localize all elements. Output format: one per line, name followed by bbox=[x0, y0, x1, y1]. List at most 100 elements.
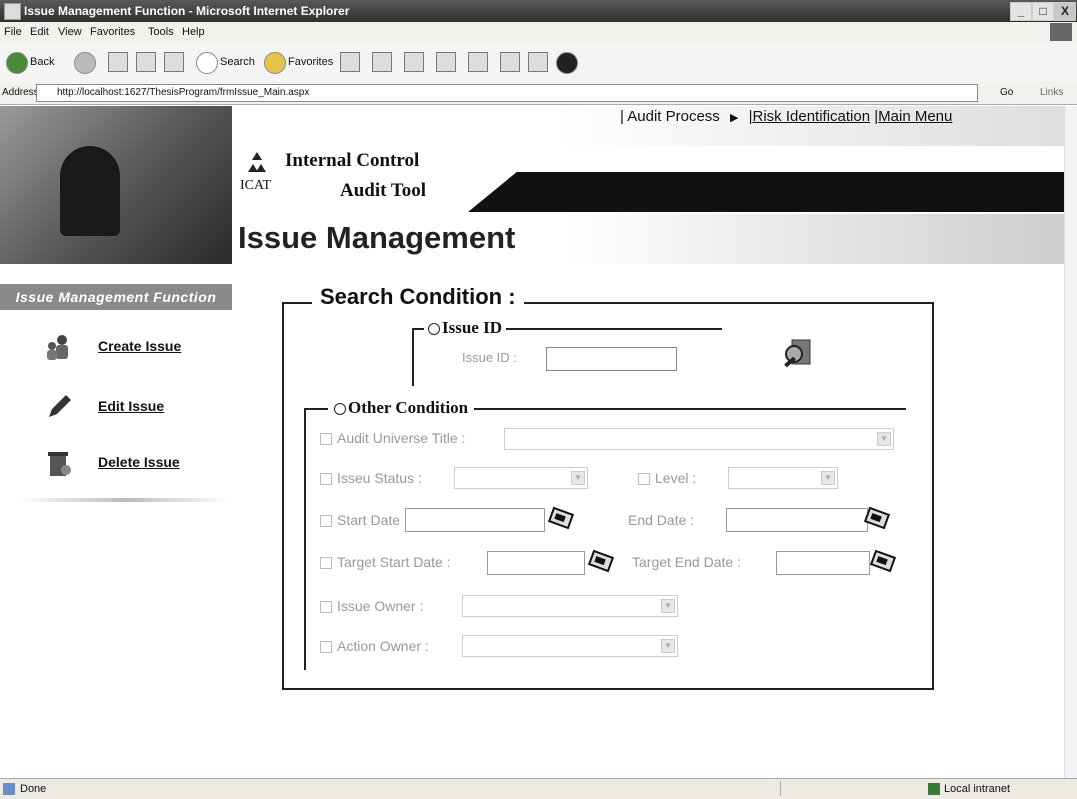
favorites-button[interactable]: Favorites bbox=[288, 56, 333, 68]
menu-edit[interactable]: Edit bbox=[30, 26, 49, 38]
app-title-line1: Internal Control bbox=[285, 150, 420, 171]
app-title-line2: Audit Tool bbox=[340, 180, 427, 201]
other-condition-legend-text: Other Condition bbox=[348, 398, 469, 417]
person-silhouette bbox=[60, 146, 120, 236]
search-button[interactable] bbox=[782, 336, 816, 370]
other-condition-radio[interactable] bbox=[334, 403, 346, 416]
target-end-label: Target End Date : bbox=[632, 554, 741, 570]
favorites-icon[interactable] bbox=[264, 52, 286, 74]
forward-icon[interactable] bbox=[74, 52, 96, 74]
issue-id-legend: Issue ID bbox=[424, 318, 506, 338]
search-button[interactable]: Search bbox=[220, 56, 255, 68]
calendar-icon[interactable] bbox=[548, 505, 576, 531]
target-start-input[interactable] bbox=[487, 551, 585, 575]
start-date-checkbox[interactable] bbox=[320, 515, 332, 528]
start-date-row: Start Date : bbox=[320, 512, 408, 528]
menu-help[interactable]: Help bbox=[182, 26, 205, 38]
chevron-down-icon: ▼ bbox=[661, 639, 675, 653]
home-icon[interactable] bbox=[164, 52, 184, 72]
sidebar-item-label[interactable]: Edit Issue bbox=[98, 398, 164, 414]
start-date-input[interactable] bbox=[405, 508, 545, 532]
go-button[interactable]: Go bbox=[1000, 87, 1013, 98]
issue-id-radio[interactable] bbox=[428, 323, 440, 336]
maximize-button[interactable]: □ bbox=[1032, 2, 1054, 21]
calendar-icon[interactable] bbox=[870, 548, 898, 574]
audit-universe-label: Audit Universe Title : bbox=[337, 430, 466, 446]
edit-icon[interactable] bbox=[436, 52, 456, 72]
issue-status-checkbox[interactable] bbox=[320, 473, 332, 486]
action-owner-select[interactable]: ▼ bbox=[462, 635, 678, 657]
end-date-input[interactable] bbox=[726, 508, 868, 532]
sidebar-item-create-issue[interactable]: Create Issue bbox=[44, 330, 224, 364]
print-icon[interactable] bbox=[404, 52, 424, 72]
end-date-label: End Date : bbox=[628, 512, 695, 528]
page-title: Issue Management bbox=[238, 220, 516, 255]
refresh-icon[interactable] bbox=[136, 52, 156, 72]
window-title: Issue Management Function - Microsoft In… bbox=[24, 4, 350, 18]
links-button[interactable]: Links bbox=[1040, 87, 1063, 98]
issue-id-input[interactable] bbox=[546, 347, 677, 371]
nav-arrow-icon: ▶ bbox=[729, 112, 739, 124]
issue-owner-label: Issue Owner : bbox=[337, 598, 424, 614]
windows-logo-icon bbox=[1050, 23, 1072, 41]
issue-owner-select[interactable]: ▼ bbox=[462, 595, 678, 617]
zone-text: Local intranet bbox=[944, 783, 1011, 795]
audit-universe-row: Audit Universe Title : bbox=[320, 430, 465, 446]
nav-risk-identification[interactable]: Risk Identification bbox=[753, 108, 871, 125]
audit-universe-checkbox[interactable] bbox=[320, 433, 332, 446]
level-select[interactable]: ▼ bbox=[728, 467, 838, 489]
top-nav: | Audit Process ▶ |Risk Identification |… bbox=[620, 108, 953, 125]
sidebar-item-label[interactable]: Create Issue bbox=[98, 338, 181, 354]
sidebar-item-edit-issue[interactable]: Edit Issue bbox=[44, 390, 224, 424]
level-row: Level : bbox=[638, 470, 696, 486]
nav-main-menu[interactable]: Main Menu bbox=[878, 108, 952, 125]
logo-text: ICAT bbox=[240, 178, 272, 193]
target-start-row: Target Start Date : bbox=[320, 554, 451, 570]
target-end-input[interactable] bbox=[776, 551, 870, 575]
calendar-icon[interactable] bbox=[588, 548, 616, 574]
vertical-scrollbar[interactable] bbox=[1064, 106, 1077, 778]
bluetooth-icon[interactable] bbox=[556, 52, 578, 74]
menu-view[interactable]: View bbox=[58, 26, 82, 38]
audit-universe-select[interactable]: ▼ bbox=[504, 428, 894, 450]
history-icon[interactable] bbox=[340, 52, 360, 72]
action-owner-checkbox[interactable] bbox=[320, 641, 332, 654]
minimize-button[interactable]: _ bbox=[1010, 2, 1032, 21]
research-icon[interactable] bbox=[528, 52, 548, 72]
nav-audit-process[interactable]: Audit Process bbox=[627, 108, 720, 125]
issue-id-legend-text: Issue ID bbox=[442, 318, 502, 337]
intranet-icon bbox=[928, 783, 940, 795]
browser-toolbar: Back Search Favorites bbox=[0, 42, 1077, 83]
sidebar-item-label[interactable]: Delete Issue bbox=[98, 454, 180, 470]
stop-icon[interactable] bbox=[108, 52, 128, 72]
messenger-icon[interactable] bbox=[500, 52, 520, 72]
back-icon[interactable] bbox=[6, 52, 28, 74]
menu-file[interactable]: File bbox=[4, 26, 22, 38]
recycle-icon bbox=[248, 152, 266, 172]
chevron-down-icon: ▼ bbox=[571, 471, 585, 485]
issue-owner-checkbox[interactable] bbox=[320, 601, 332, 614]
search-icon[interactable] bbox=[196, 52, 218, 74]
address-input[interactable]: http://localhost:1627/ThesisProgram/frmI… bbox=[36, 84, 978, 102]
header-black-slash bbox=[468, 172, 1077, 212]
menu-tools[interactable]: Tools bbox=[148, 26, 174, 38]
sidebar-item-delete-issue[interactable]: Delete Issue bbox=[44, 446, 224, 480]
issue-owner-row: Issue Owner : bbox=[320, 598, 423, 614]
action-owner-label: Action Owner : bbox=[337, 638, 429, 654]
menu-favorites[interactable]: Favorites bbox=[90, 26, 135, 38]
back-button[interactable]: Back bbox=[30, 56, 54, 68]
issue-status-label: Isseu Status : bbox=[337, 470, 422, 486]
calendar-icon[interactable] bbox=[864, 505, 892, 531]
close-button[interactable]: X bbox=[1054, 2, 1076, 21]
target-start-checkbox[interactable] bbox=[320, 557, 332, 570]
status-panes bbox=[780, 781, 921, 796]
page-icon bbox=[3, 783, 15, 795]
target-start-label: Target Start Date : bbox=[337, 554, 451, 570]
level-checkbox[interactable] bbox=[638, 473, 650, 486]
trash-icon bbox=[48, 452, 71, 476]
mail-icon[interactable] bbox=[372, 52, 392, 72]
issue-status-select[interactable]: ▼ bbox=[454, 467, 588, 489]
ie-logo-icon bbox=[4, 3, 21, 20]
discuss-icon[interactable] bbox=[468, 52, 488, 72]
address-label: Address bbox=[2, 87, 39, 98]
